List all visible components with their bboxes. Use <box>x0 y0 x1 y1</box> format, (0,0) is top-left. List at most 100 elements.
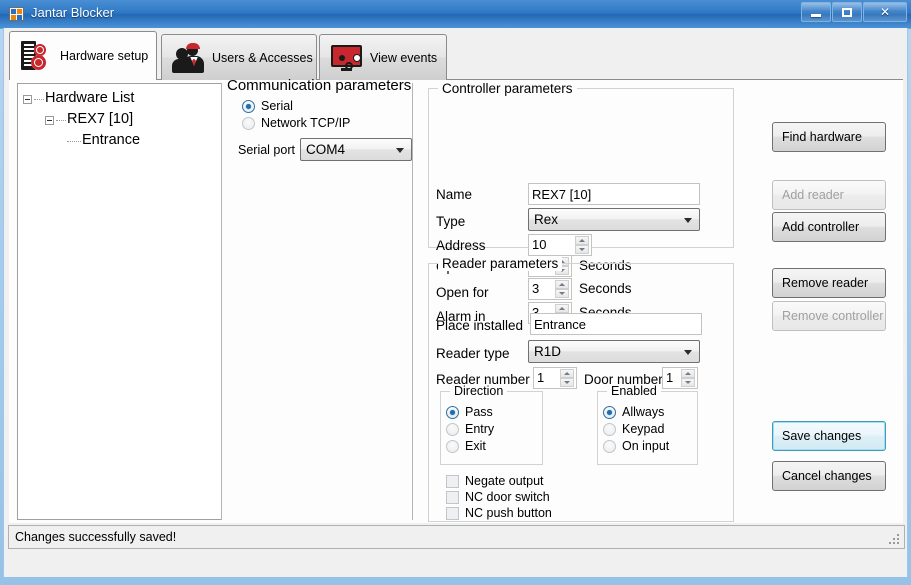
radio-enabled-keypad[interactable] <box>603 423 616 436</box>
serial-port-label: Serial port <box>238 143 295 157</box>
tab-label-view-events: View events <box>370 50 438 65</box>
add-reader-button: Add reader <box>772 180 886 210</box>
checkbox-nc-door-switch[interactable] <box>446 491 459 504</box>
checkbox-nc-push-button[interactable] <box>446 507 459 520</box>
close-button[interactable]: ✕ <box>863 2 907 22</box>
radio-network-tcpip[interactable] <box>242 117 255 130</box>
tab-hardware-setup[interactable]: Hardware setup <box>9 31 157 80</box>
radio-direction-entry[interactable] <box>446 423 459 436</box>
save-changes-button[interactable]: Save changes <box>772 421 886 451</box>
communication-parameters-title: Communication parameters <box>227 77 412 94</box>
window-controls: ✕ <box>800 2 907 23</box>
expander-icon[interactable] <box>23 94 32 104</box>
status-bar: Changes successfully saved! <box>8 525 905 549</box>
title-bar: Jantar Blocker ✕ <box>0 0 911 29</box>
panel-divider-left <box>221 83 222 520</box>
users-people-icon <box>172 41 206 75</box>
reader-number-value: 1 <box>537 370 545 385</box>
window-title: Jantar Blocker <box>31 5 115 20</box>
expander-icon[interactable] <box>45 115 54 125</box>
minimize-button[interactable] <box>801 2 831 22</box>
radio-enabled-on-input[interactable] <box>603 440 616 453</box>
tree-node-rex7[interactable]: REX7 [10] <box>23 109 219 130</box>
controller-type-label: Type <box>436 214 466 229</box>
hardware-tree-panel[interactable]: Hardware List REX7 [10] Entrance <box>17 83 222 520</box>
enabled-group-title: Enabled <box>607 384 661 398</box>
tree-label-rex7: REX7 [10] <box>67 111 134 127</box>
hardware-tree: Hardware List REX7 [10] Entrance <box>23 88 219 151</box>
checkbox-label-nc-push-button: NC push button <box>465 506 552 520</box>
radio-direction-exit[interactable] <box>446 440 459 453</box>
tab-label-users-accesses: Users & Accesses <box>212 50 313 65</box>
radio-label-direction-pass: Pass <box>465 405 493 419</box>
radio-enabled-allways[interactable] <box>603 406 616 419</box>
reader-place-label: Place installed <box>436 318 524 333</box>
reader-door-value: 1 <box>666 370 674 385</box>
application-window: Jantar Blocker ✕ Hardware setup Users & … <box>0 0 911 585</box>
controller-name-label: Name <box>436 187 473 202</box>
app-window-icon <box>9 7 24 21</box>
stepper-down-icon[interactable] <box>560 378 574 387</box>
maximize-button[interactable] <box>832 2 862 22</box>
tree-node-entrance[interactable]: Entrance <box>23 130 219 151</box>
radio-label-direction-entry: Entry <box>465 422 495 436</box>
tab-view-events[interactable]: View events <box>319 34 447 80</box>
controller-address-value: 10 <box>532 237 547 252</box>
resize-grip-icon[interactable] <box>889 534 901 546</box>
radio-label-enabled-keypad: Keypad <box>622 422 665 436</box>
checkbox-label-negate-output: Negate output <box>465 474 544 488</box>
controller-address-label: Address <box>436 238 486 253</box>
controller-type-value: Rex <box>534 212 559 227</box>
hardware-rack-gears-icon <box>20 39 54 73</box>
chevron-down-icon <box>396 148 404 153</box>
radio-label-enabled-on-input: On input <box>622 439 670 453</box>
radio-label-direction-exit: Exit <box>465 439 486 453</box>
checkbox-label-nc-door-switch: NC door switch <box>465 490 550 504</box>
chevron-down-icon <box>684 218 692 223</box>
minimize-icon <box>811 14 821 17</box>
tree-node-hardware-list[interactable]: Hardware List <box>23 88 219 109</box>
radio-label-serial: Serial <box>261 99 293 113</box>
controller-address-stepper[interactable]: 10 <box>528 234 592 256</box>
panel-divider-right <box>412 83 413 520</box>
add-controller-button[interactable]: Add controller <box>772 212 886 242</box>
serial-port-select[interactable]: COM4 <box>300 138 412 161</box>
reader-number-stepper[interactable]: 1 <box>533 367 577 389</box>
radio-label-enabled-allways: Allways <box>622 405 665 419</box>
chevron-down-icon <box>684 350 692 355</box>
reader-door-stepper[interactable]: 1 <box>662 367 698 389</box>
remove-reader-button[interactable]: Remove reader <box>772 268 886 298</box>
tab-label-hardware-setup: Hardware setup <box>60 49 149 63</box>
tree-label-hardware-list: Hardware List <box>45 90 135 106</box>
find-hardware-button[interactable]: Find hardware <box>772 122 886 152</box>
reader-type-label: Reader type <box>436 346 510 361</box>
reader-type-value: R1D <box>534 344 562 359</box>
radio-label-network-tcpip: Network TCP/IP <box>261 116 351 130</box>
client-area: Hardware setup Users & Accesses View eve… <box>3 28 908 577</box>
reader-parameters-title: Reader parameters <box>438 256 563 271</box>
direction-group-title: Direction <box>450 384 508 398</box>
stepper-down-icon[interactable] <box>681 378 695 387</box>
hardware-setup-panel: Hardware List REX7 [10] Entrance Communi… <box>9 77 903 523</box>
close-icon: ✕ <box>879 5 891 19</box>
controller-parameters-title: Controller parameters <box>438 81 577 96</box>
stepper-down-icon[interactable] <box>575 245 589 254</box>
tab-strip: Hardware setup Users & Accesses View eve… <box>9 31 903 81</box>
tab-users-accesses[interactable]: Users & Accesses <box>161 34 317 80</box>
checkbox-negate-output[interactable] <box>446 475 459 488</box>
serial-port-value: COM4 <box>306 142 346 157</box>
tree-label-entrance: Entrance <box>82 132 141 148</box>
radio-direction-pass[interactable] <box>446 406 459 419</box>
controller-name-input[interactable] <box>528 183 700 205</box>
cancel-changes-button[interactable]: Cancel changes <box>772 461 886 491</box>
reader-type-select[interactable]: R1D <box>528 340 700 363</box>
controller-type-select[interactable]: Rex <box>528 208 700 231</box>
remove-controller-button: Remove controller <box>772 301 886 331</box>
stepper-up-icon[interactable] <box>575 236 589 245</box>
radio-serial[interactable] <box>242 100 255 113</box>
monitor-events-icon <box>330 41 364 75</box>
stepper-up-icon[interactable] <box>681 369 695 378</box>
maximize-icon <box>842 7 852 17</box>
stepper-up-icon[interactable] <box>560 369 574 378</box>
reader-place-input[interactable] <box>530 313 702 335</box>
